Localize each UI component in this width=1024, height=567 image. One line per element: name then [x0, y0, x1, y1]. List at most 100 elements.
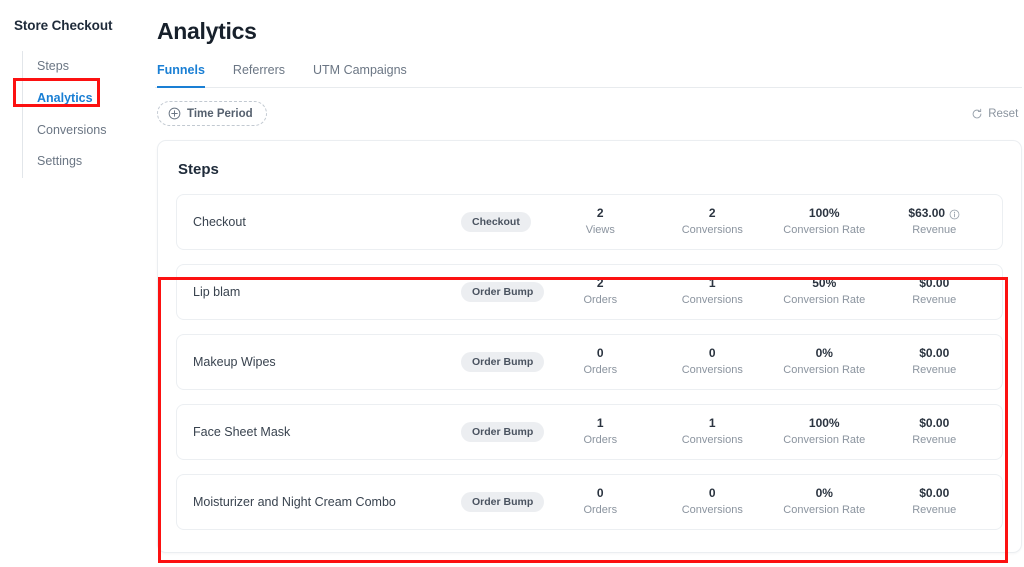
table-row[interactable]: Makeup Wipes Order Bump 0 Orders 0 Conve… — [176, 334, 1004, 390]
metric-label: Conversions — [681, 503, 743, 516]
metric-orders: 0 Orders — [544, 485, 656, 518]
metric-label: Conversions — [681, 433, 743, 446]
metric-conversions: 1 Conversions — [656, 415, 768, 448]
status-badge: Order Bump — [461, 422, 545, 442]
metric-conversions: 0 Conversions — [656, 485, 768, 518]
time-period-label: Time Period — [187, 107, 253, 120]
metric-views: 2 Views — [544, 205, 656, 238]
metric-label: Orders — [583, 293, 618, 306]
metric-value: 1 — [708, 276, 716, 291]
metric-label: Orders — [583, 503, 618, 516]
refresh-icon — [971, 108, 983, 120]
sidebar-item-analytics[interactable]: Analytics — [23, 83, 155, 115]
metric-value: $0.00 — [919, 276, 950, 291]
metric-value: 2 — [708, 206, 716, 221]
sidebar-item-label: Settings — [37, 154, 83, 169]
row-step-name: Checkout — [193, 215, 246, 229]
sidebar-item-label: Steps — [37, 59, 69, 73]
metric-conversions: 1 Conversions — [656, 275, 768, 308]
metric-value: 0% — [815, 346, 833, 361]
time-period-button[interactable]: Time Period — [157, 101, 267, 126]
table-row[interactable]: Moisturizer and Night Cream Combo Order … — [176, 474, 1004, 530]
metric-conversion-rate: 100% Conversion Rate — [768, 205, 880, 238]
tab-funnels[interactable]: Funnels — [157, 63, 205, 88]
metric-conversion-rate: 0% Conversion Rate — [768, 485, 880, 518]
tab-label: UTM Campaigns — [313, 63, 407, 77]
sidebar-item-steps[interactable]: Steps — [23, 51, 155, 83]
metric-label: Orders — [583, 433, 618, 446]
info-icon[interactable] — [949, 209, 960, 220]
table-row[interactable]: Checkout Checkout 2 Views 2 Conversions … — [176, 194, 1004, 250]
reset-button[interactable]: Reset — [971, 108, 1022, 120]
metric-revenue: $0.00 Revenue — [880, 485, 988, 518]
metric-orders: 1 Orders — [544, 415, 656, 448]
row-metrics: 0 Orders 0 Conversions 0% Conversion Rat… — [544, 485, 988, 518]
metric-label: Conversion Rate — [783, 223, 866, 236]
row-step-name: Moisturizer and Night Cream Combo — [193, 495, 396, 509]
row-metrics: 1 Orders 1 Conversions 100% Conversion R… — [544, 415, 988, 448]
metric-conversion-rate: 50% Conversion Rate — [768, 275, 880, 308]
store-title: Store Checkout — [14, 18, 113, 33]
metric-value: 2 — [596, 206, 604, 221]
metric-value: 1 — [596, 416, 604, 431]
row-metrics: 2 Orders 1 Conversions 50% Conversion Ra… — [544, 275, 988, 308]
metric-revenue: $0.00 Revenue — [880, 415, 988, 448]
table-row[interactable]: Lip blam Order Bump 2 Orders 1 Conversio… — [176, 264, 1004, 320]
sidebar-item-conversions[interactable]: Conversions — [23, 115, 155, 147]
metric-value: 100% — [808, 416, 840, 431]
metric-label: Conversions — [681, 293, 743, 306]
steps-card: Steps Checkout Checkout 2 Views 2 Conver… — [157, 140, 1023, 553]
metric-orders: 0 Orders — [544, 345, 656, 378]
row-step-name: Makeup Wipes — [193, 355, 276, 369]
metric-label: Revenue — [912, 363, 957, 376]
status-badge: Order Bump — [461, 492, 545, 512]
app-root: Store Checkout Steps Analytics Conversio… — [0, 0, 1024, 567]
tab-utm-campaigns[interactable]: UTM Campaigns — [313, 63, 407, 88]
tab-referrers[interactable]: Referrers — [233, 63, 285, 88]
metric-revenue: $63.00 Revenue — [880, 205, 988, 238]
metric-value: 0% — [815, 486, 833, 501]
metric-value: 0 — [708, 486, 716, 501]
metric-label: Orders — [583, 363, 618, 376]
metric-value-wrap: $63.00 — [880, 205, 988, 222]
status-badge: Order Bump — [461, 282, 545, 302]
sidebar-item-label: Conversions — [37, 122, 107, 137]
table-row[interactable]: Face Sheet Mask Order Bump 1 Orders 1 Co… — [176, 404, 1004, 460]
metric-revenue: $0.00 Revenue — [880, 345, 988, 378]
metric-value: 0 — [708, 346, 716, 361]
metric-label: Revenue — [912, 433, 957, 446]
metric-revenue: $0.00 Revenue — [880, 275, 988, 308]
tab-label: Referrers — [232, 63, 286, 77]
sidebar-item-label: Analytics — [37, 90, 93, 105]
metric-value: $0.00 — [919, 416, 950, 431]
metric-label: Conversions — [681, 223, 743, 236]
reset-label: Reset — [988, 107, 1019, 120]
metric-label: Revenue — [912, 293, 957, 306]
toolbar: Time Period Reset — [155, 101, 1022, 126]
metric-value: $0.00 — [919, 486, 950, 501]
metric-label: Conversion Rate — [783, 363, 866, 376]
metric-value: 100% — [808, 206, 840, 221]
sidebar-nav: Steps Analytics Conversions Settings — [22, 51, 155, 178]
status-badge: Order Bump — [461, 352, 545, 372]
metric-value: 2 — [596, 276, 604, 291]
tab-label: Funnels — [157, 63, 205, 77]
sidebar: Store Checkout Steps Analytics Conversio… — [0, 0, 155, 567]
page-title: Analytics — [157, 18, 257, 44]
metric-value: 1 — [708, 416, 716, 431]
sidebar-item-settings[interactable]: Settings — [23, 146, 155, 178]
metric-conversions: 0 Conversions — [656, 345, 768, 378]
card-title: Steps — [178, 161, 219, 178]
metric-conversion-rate: 0% Conversion Rate — [768, 345, 880, 378]
metric-label: Revenue — [912, 223, 957, 236]
row-metrics: 2 Views 2 Conversions 100% Conversion Ra… — [531, 205, 988, 238]
status-badge: Checkout — [461, 212, 531, 232]
plus-circle-icon — [168, 107, 181, 120]
row-step-name: Face Sheet Mask — [193, 425, 291, 439]
row-metrics: 0 Orders 0 Conversions 0% Conversion Rat… — [544, 345, 988, 378]
metric-conversion-rate: 100% Conversion Rate — [768, 415, 880, 448]
main-content: Analytics Funnels Referrers UTM Campaign… — [155, 0, 1024, 567]
metric-value: 50% — [812, 276, 837, 291]
row-step-name: Lip blam — [193, 285, 241, 299]
metric-orders: 2 Orders — [544, 275, 656, 308]
